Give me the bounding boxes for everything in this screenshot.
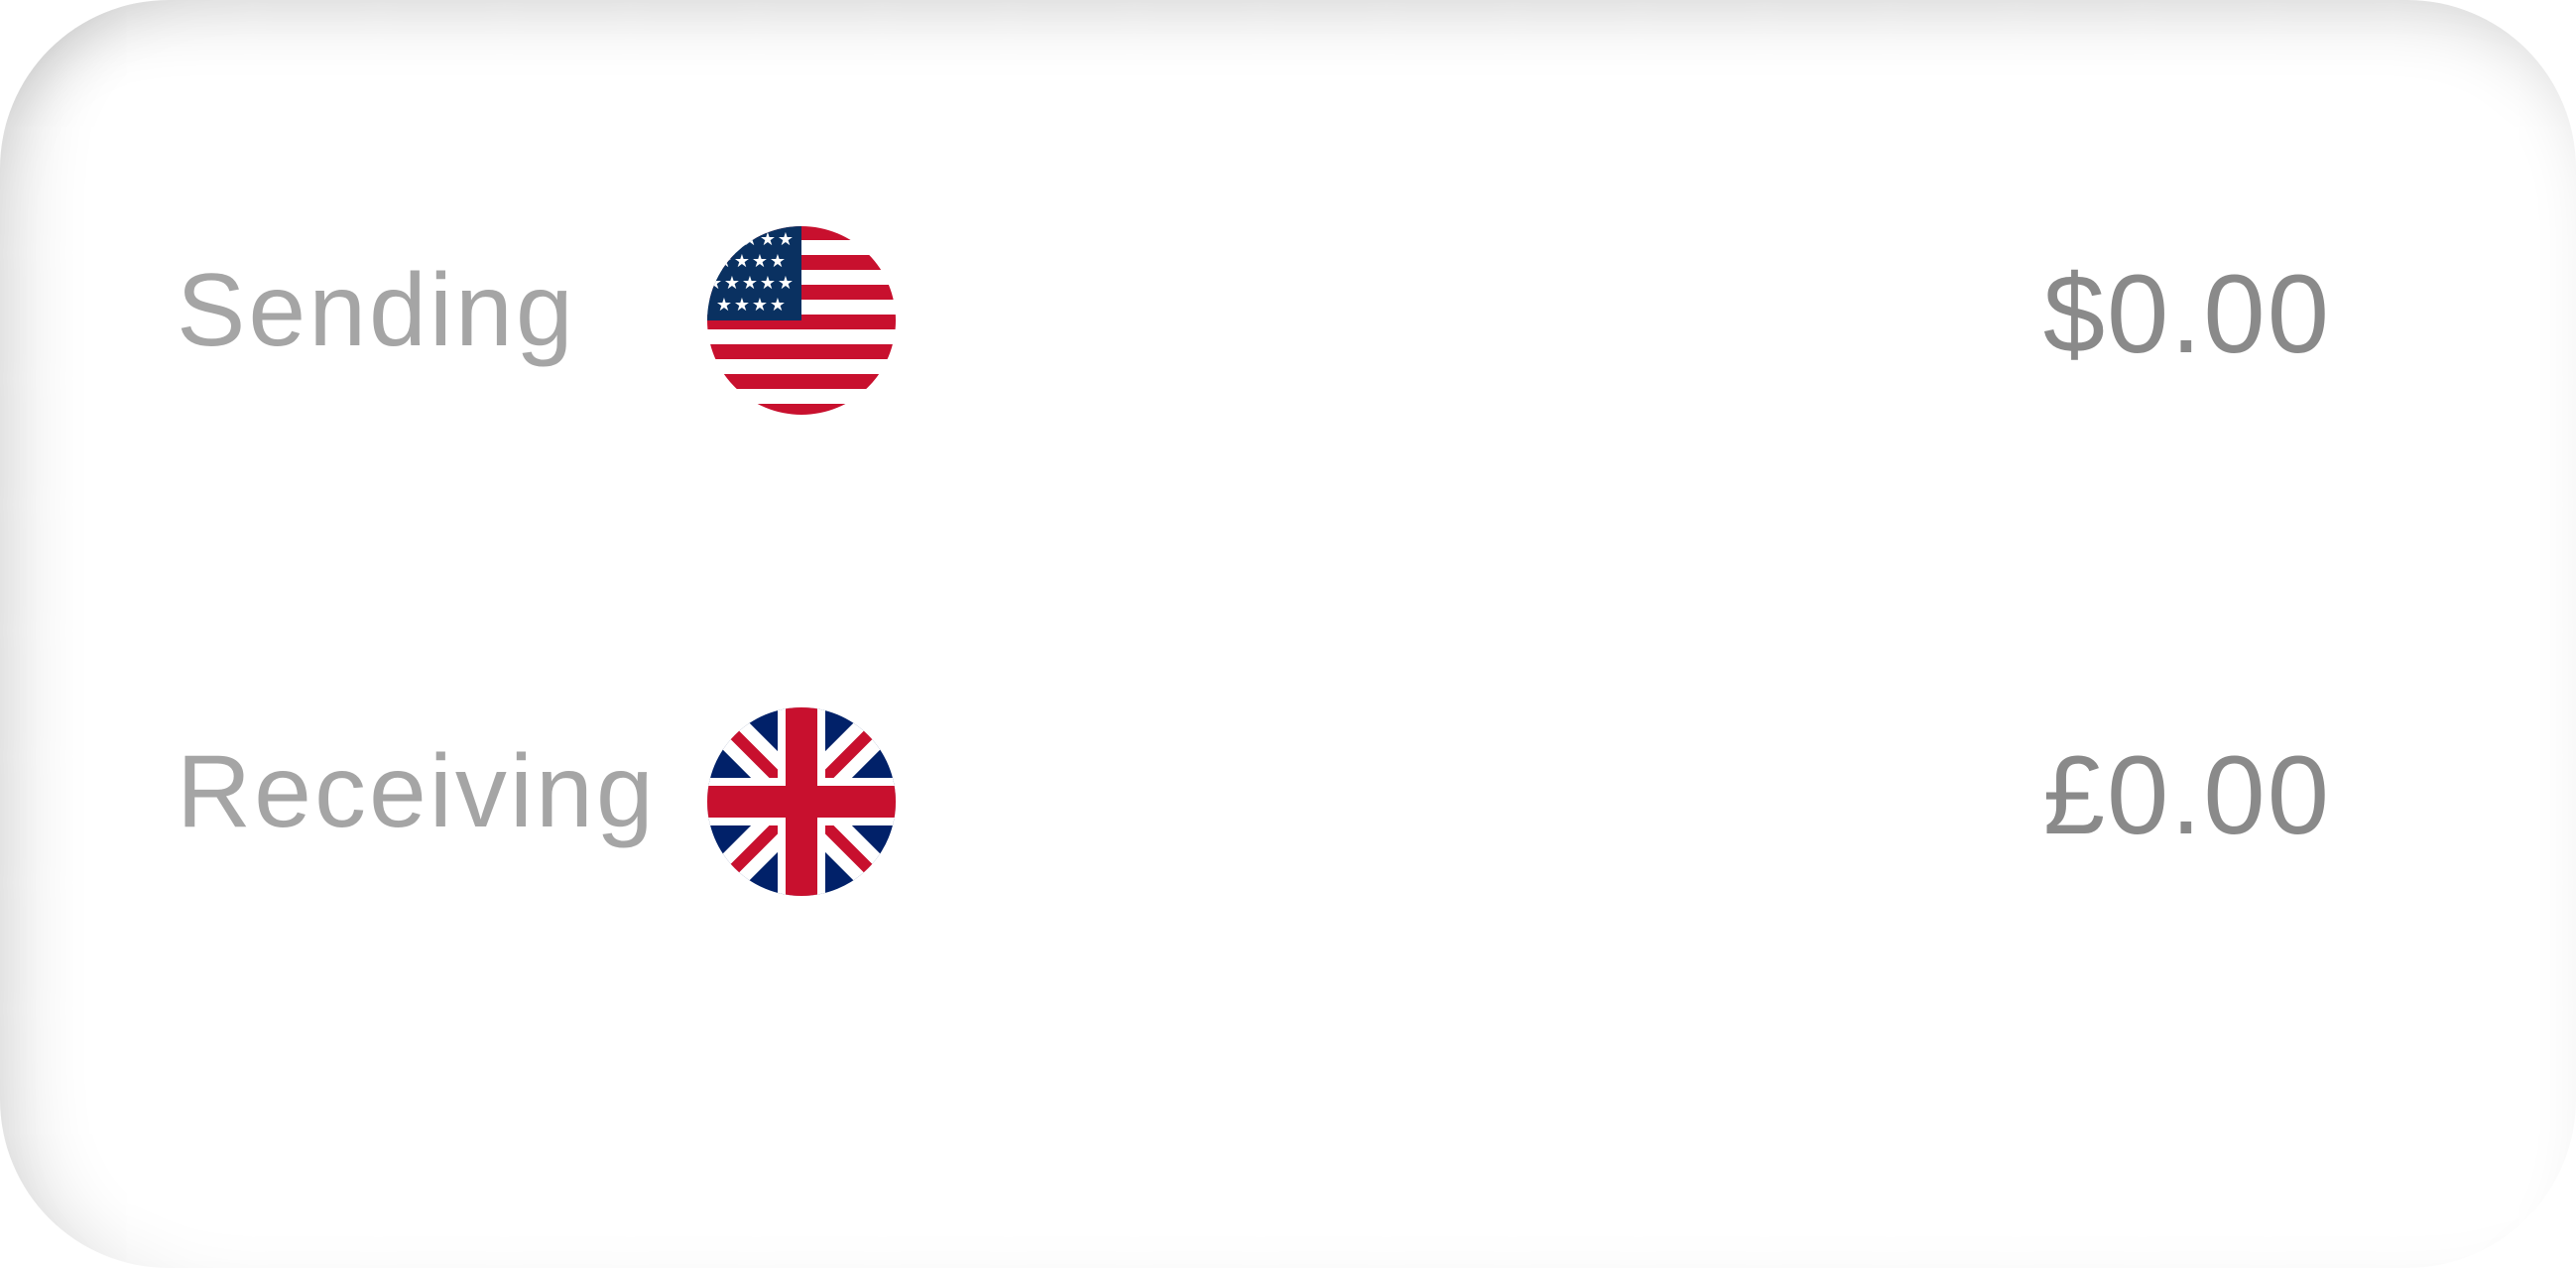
svg-text:★: ★ [770, 251, 786, 272]
svg-text:★: ★ [742, 229, 758, 250]
svg-text:★: ★ [760, 229, 776, 250]
svg-text:★: ★ [752, 295, 768, 316]
svg-text:★: ★ [716, 251, 732, 272]
svg-text:★: ★ [734, 251, 750, 272]
receiving-amount[interactable]: £0.00 [2043, 740, 2331, 851]
svg-text:★: ★ [734, 295, 750, 316]
svg-text:★: ★ [724, 229, 740, 250]
svg-text:★: ★ [724, 273, 740, 294]
svg-text:★: ★ [778, 229, 794, 250]
svg-text:★: ★ [770, 295, 786, 316]
svg-text:★: ★ [742, 273, 758, 294]
svg-text:★: ★ [752, 251, 768, 272]
receiving-row: Receiving £0.00 [0, 704, 2576, 903]
svg-text:★: ★ [706, 273, 722, 294]
svg-text:★: ★ [778, 273, 794, 294]
currency-converter-card: Sending ★ ★ ★ ★ ★ ★ ★ ★ ★ ★ ★ ★ ★ ★ ★ ★ … [0, 0, 2576, 1268]
svg-text:★: ★ [760, 273, 776, 294]
receiving-label: Receiving [177, 734, 657, 849]
sending-label: Sending [177, 253, 576, 368]
sending-amount[interactable]: $0.00 [2043, 259, 2331, 370]
us-flag-icon[interactable]: ★ ★ ★ ★ ★ ★ ★ ★ ★ ★ ★ ★ ★ ★ ★ ★ ★ [706, 225, 897, 416]
uk-flag-icon[interactable] [706, 706, 897, 897]
sending-row: Sending ★ ★ ★ ★ ★ ★ ★ ★ ★ ★ ★ ★ ★ ★ ★ ★ … [0, 223, 2576, 422]
svg-text:★: ★ [716, 295, 732, 316]
